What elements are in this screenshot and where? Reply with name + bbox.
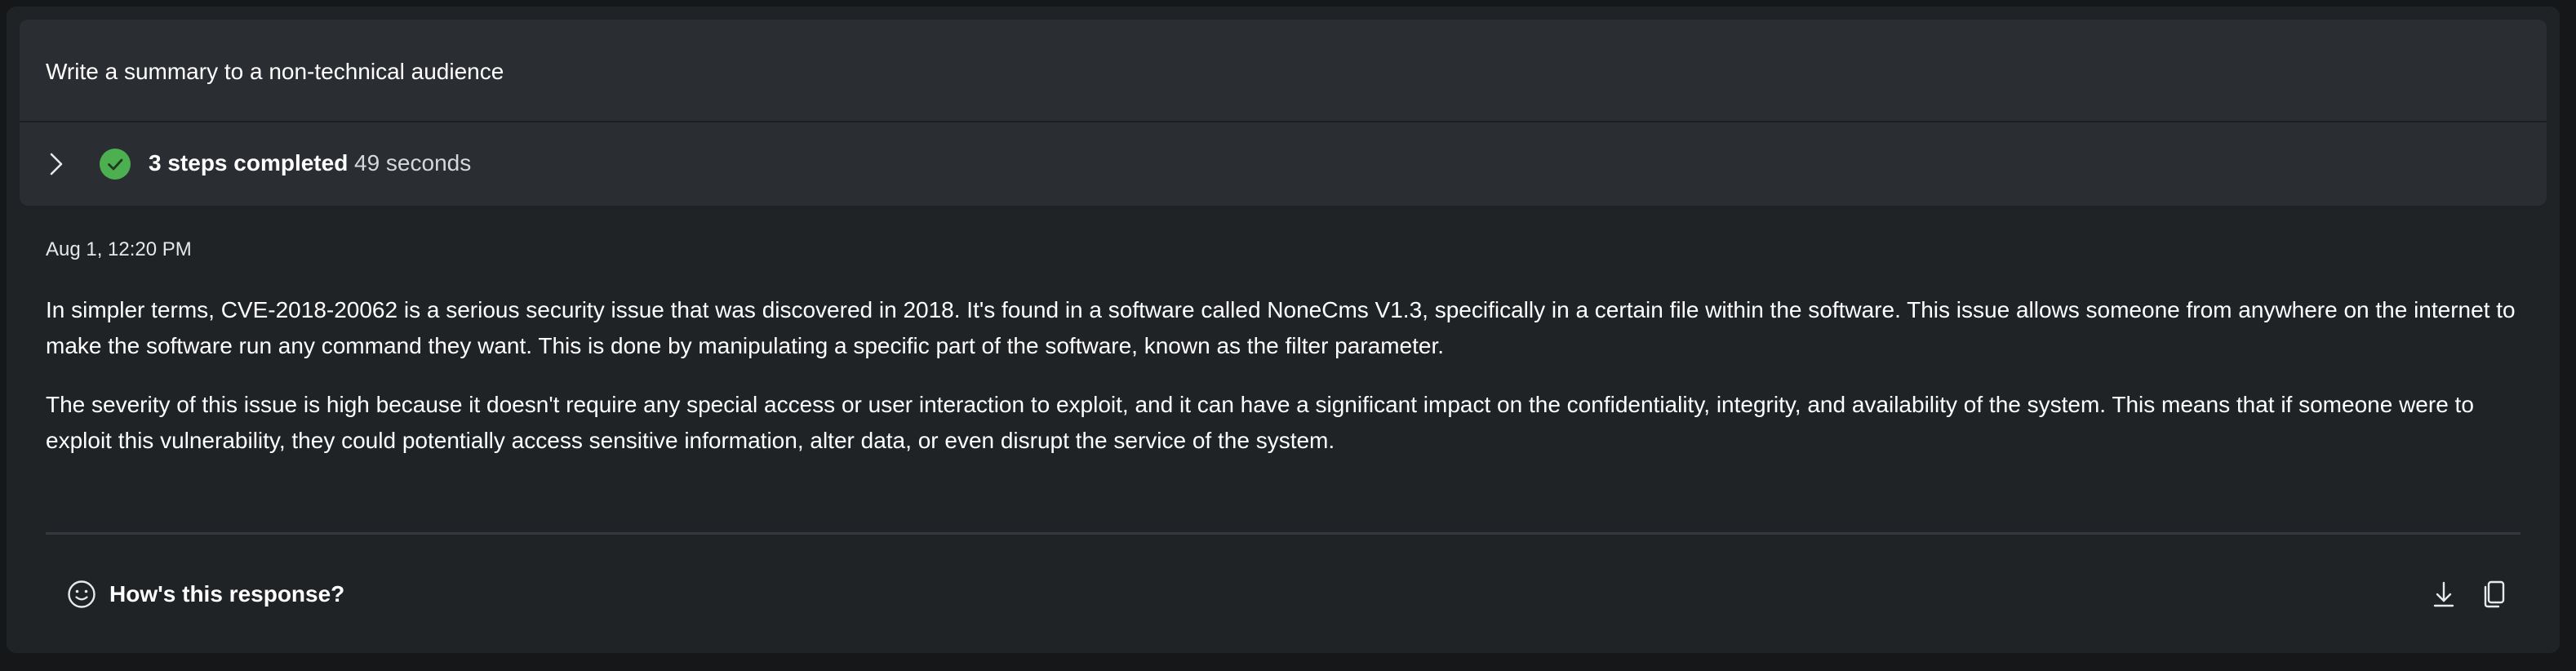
feedback-prompt-button[interactable]: How's this response? xyxy=(109,581,344,607)
response-paragraph: In simpler terms, CVE-2018-20062 is a se… xyxy=(46,297,2516,358)
prompt-text: Write a summary to a non-technical audie… xyxy=(46,59,504,84)
copy-icon[interactable] xyxy=(2478,578,2511,611)
download-icon[interactable] xyxy=(2427,578,2460,611)
steps-duration: 49 seconds xyxy=(354,150,472,176)
smile-face-icon[interactable] xyxy=(67,580,96,609)
response-timestamp: Aug 1, 12:20 PM xyxy=(46,238,192,260)
check-circle-icon xyxy=(100,149,131,180)
response-card: Write a summary to a non-technical audie… xyxy=(7,7,2560,653)
response-paragraph: The severity of this issue is high becau… xyxy=(46,392,2474,453)
steps-summary-toggle[interactable]: 3 steps completed 49 seconds xyxy=(20,122,2547,206)
footer-divider xyxy=(46,532,2520,535)
prompt-panel: Write a summary to a non-technical audie… xyxy=(20,20,2547,206)
chevron-right-icon[interactable] xyxy=(42,150,70,178)
steps-status-label: 3 steps completed xyxy=(149,150,349,176)
response-footer: How's this response? xyxy=(7,562,2560,627)
